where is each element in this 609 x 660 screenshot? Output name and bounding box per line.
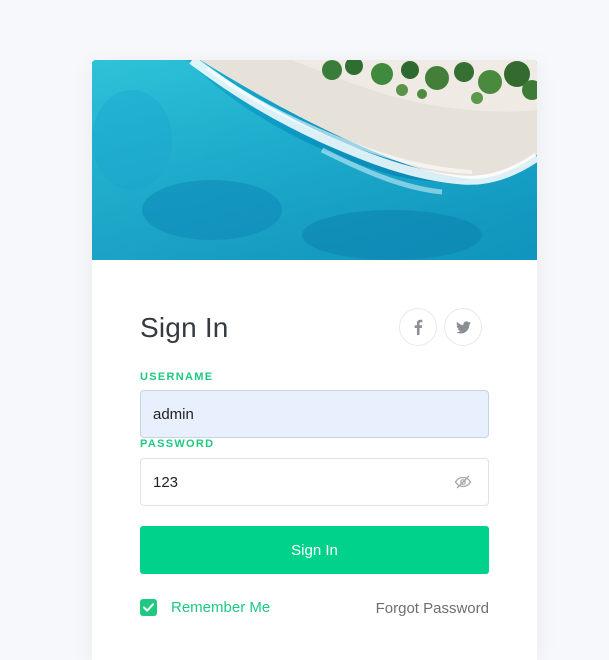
remember-checkbox[interactable] [140,599,157,616]
facebook-button[interactable] [399,308,437,346]
check-icon [143,603,154,612]
username-input[interactable] [140,390,489,438]
password-input[interactable] [140,458,489,506]
facebook-icon [414,319,423,335]
twitter-button[interactable] [444,308,482,346]
forgot-password-link[interactable]: Forgot Password [376,600,489,617]
twitter-icon [455,320,471,333]
hero-image [92,60,537,260]
password-label: PASSWORD [140,438,215,450]
login-card: Sign In USERNAME PASSWORD Sign In Rememb… [92,60,537,660]
username-label: USERNAME [140,371,214,383]
page-title: Sign In [140,312,229,343]
remember-me-toggle[interactable]: Remember Me [140,599,270,616]
eye-slash-icon[interactable] [454,474,472,490]
remember-me-label: Remember Me [171,599,271,616]
sign-in-button[interactable]: Sign In [140,526,489,574]
